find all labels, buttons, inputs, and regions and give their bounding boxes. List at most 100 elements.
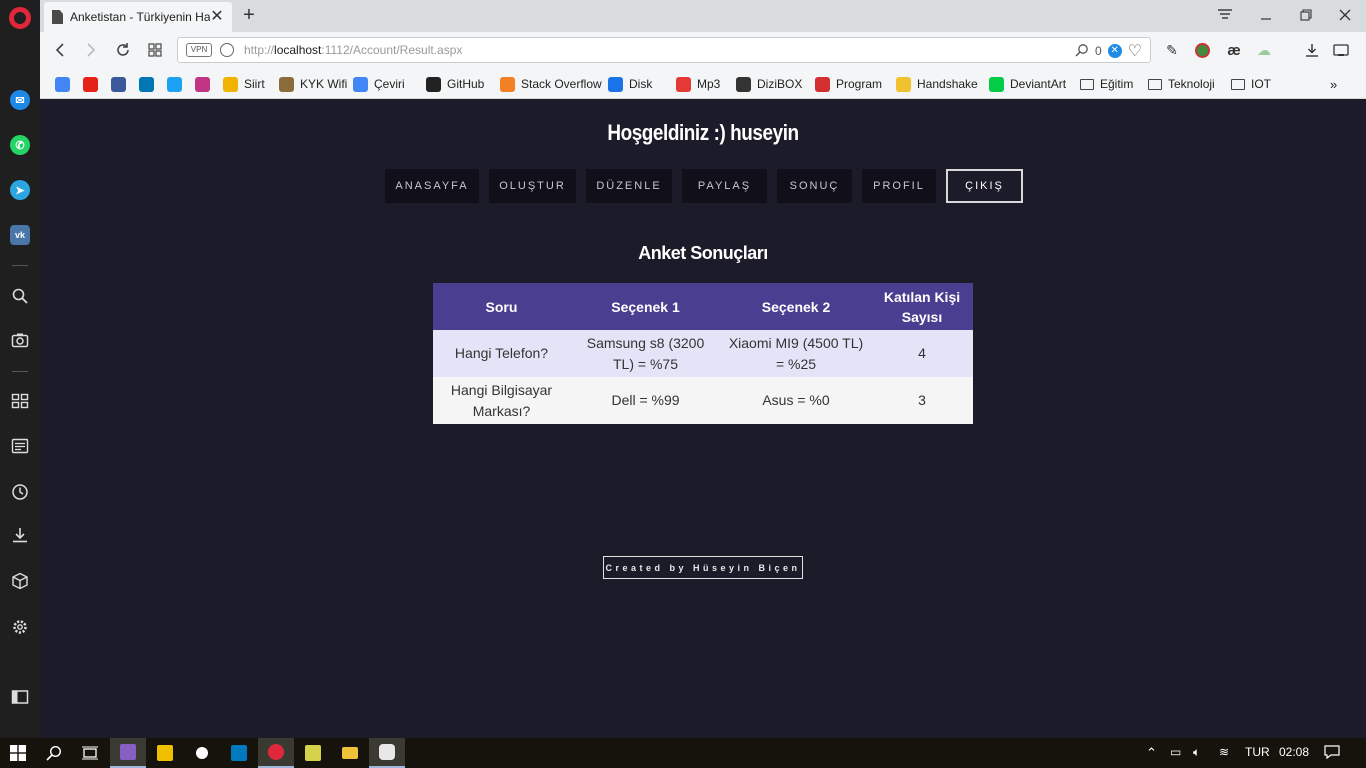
photos-app-icon[interactable]: [369, 738, 405, 768]
nav-profil[interactable]: PROFIL: [862, 169, 936, 203]
bookmark-instagram[interactable]: [195, 75, 216, 93]
forward-icon[interactable]: [80, 39, 102, 61]
telegram-icon[interactable]: ➤: [9, 179, 31, 201]
cell-option-1: Dell = %99: [570, 377, 721, 424]
file-explorer-icon[interactable]: [332, 738, 368, 768]
extensions-icon[interactable]: [9, 570, 31, 592]
github-icon: [426, 76, 441, 92]
settings-gear-icon[interactable]: [9, 616, 31, 638]
bookmark-twitter[interactable]: [167, 75, 188, 93]
close-window-icon[interactable]: [1330, 4, 1360, 26]
minimize-icon[interactable]: [1251, 4, 1281, 26]
search-icon[interactable]: [9, 285, 31, 307]
history-icon[interactable]: [9, 481, 31, 503]
dizibox-icon: [736, 76, 751, 92]
tray-chevron-icon[interactable]: ⌃: [1146, 745, 1157, 761]
easy-setup-icon[interactable]: [1332, 41, 1350, 59]
bookmark-stack-overflow[interactable]: Stack Overflow: [500, 75, 602, 93]
bookmark-facebook[interactable]: [111, 75, 132, 93]
close-tab-icon[interactable]: ✕: [208, 8, 226, 26]
bookmark-dizibox[interactable]: DiziBOX: [736, 75, 802, 93]
camera-icon[interactable]: [9, 329, 31, 351]
opera-sidebar: ✉ ✆ ➤ vk: [0, 0, 40, 738]
bookmark-youtube[interactable]: [83, 75, 104, 93]
nav-duzenle[interactable]: DÜZENLE: [586, 169, 672, 203]
tab-menu-icon[interactable]: [1210, 4, 1240, 26]
volume-icon[interactable]: 🔈︎: [1193, 745, 1200, 760]
url-text[interactable]: http://localhost:1112/Account/Result.asp…: [244, 43, 462, 57]
table-header-row: Soru Seçenek 1 Seçenek 2 Katılan Kişi Sa…: [433, 283, 973, 330]
opera-taskbar-icon[interactable]: [258, 738, 294, 768]
sidebar-toggle-icon[interactable]: [9, 686, 31, 708]
bookmark-disk[interactable]: Disk: [608, 75, 652, 93]
notifications-icon[interactable]: [1324, 745, 1340, 762]
bookmark-teknoloji[interactable]: Teknoloji: [1148, 75, 1215, 93]
nav-paylas[interactable]: PAYLAŞ: [682, 169, 767, 203]
bookmarks-overflow-icon[interactable]: »: [1330, 75, 1337, 93]
facebook-icon: [111, 76, 126, 92]
nav-cikis[interactable]: ÇIKIŞ: [946, 169, 1023, 203]
bookmark-handshake[interactable]: Handshake: [896, 75, 978, 93]
ad-blocker-icon[interactable]: ✕: [1107, 44, 1122, 58]
bookmark-siirt[interactable]: Siirt: [223, 75, 265, 93]
folder-icon: [1148, 78, 1162, 90]
active-tab[interactable]: Anketistan - Türkiyenin Ha ✕: [44, 2, 232, 32]
new-tab-icon[interactable]: +: [238, 4, 260, 26]
messenger-icon[interactable]: ✉: [9, 89, 31, 111]
search-icon[interactable]: [1075, 43, 1089, 60]
section-title: Anket Sonuçları: [638, 243, 768, 263]
bookmark-çeviri[interactable]: Çeviri: [353, 75, 405, 93]
bookmark-label: Stack Overflow: [521, 77, 602, 91]
vpn-globe-extension-icon[interactable]: [1193, 41, 1211, 59]
cell-option-2: Xiaomi MI9 (4500 TL) = %25: [721, 330, 871, 377]
page-document-icon: [52, 10, 63, 24]
snapshot-edit-icon[interactable]: ✎: [1163, 41, 1181, 59]
bookmark-google[interactable]: [55, 75, 76, 93]
restore-icon[interactable]: [1291, 4, 1321, 26]
bookmark-deviantart[interactable]: DeviantArt: [989, 75, 1066, 93]
bookmark-label: Handshake: [917, 77, 978, 91]
nav-anasayfa[interactable]: ANASAYFA: [385, 169, 479, 203]
bookmark-eğitim[interactable]: Eğitim: [1080, 75, 1133, 93]
store-icon[interactable]: [147, 738, 183, 768]
bookmark-linkedin[interactable]: [139, 75, 160, 93]
visual-studio-icon[interactable]: [110, 738, 146, 768]
language-indicator[interactable]: TUR: [1245, 745, 1270, 759]
url-input[interactable]: VPN http://localhost:1112/Account/Result…: [177, 37, 1151, 63]
whatsapp-icon[interactable]: ✆: [9, 134, 31, 156]
task-view-icon[interactable]: [72, 738, 108, 768]
windows-start-icon[interactable]: [0, 738, 36, 768]
news-icon[interactable]: [9, 435, 31, 457]
taskbar-search-icon[interactable]: [36, 738, 72, 768]
vpn-badge[interactable]: VPN: [186, 43, 212, 57]
bookmark-github[interactable]: GitHub: [426, 75, 484, 93]
ae-extension-icon[interactable]: æ: [1225, 41, 1243, 59]
back-icon[interactable]: [49, 39, 71, 61]
cloud-extension-icon[interactable]: ☁: [1255, 41, 1273, 59]
nav-olustur[interactable]: OLUŞTUR: [489, 169, 576, 203]
speed-dial-grid-icon[interactable]: [144, 39, 166, 61]
reload-icon[interactable]: [112, 39, 134, 61]
notepad-icon[interactable]: [295, 738, 331, 768]
downloads-icon[interactable]: [9, 524, 31, 546]
network-icon[interactable]: ≋: [1219, 745, 1229, 759]
trello-icon[interactable]: [221, 738, 257, 768]
cell-participant-count: 4: [871, 330, 973, 377]
vk-icon[interactable]: vk: [9, 224, 31, 246]
globe-icon[interactable]: [220, 43, 234, 57]
opera-logo-icon[interactable]: [9, 7, 31, 29]
address-bar-row: VPN http://localhost:1112/Account/Result…: [40, 32, 1366, 68]
translate-icon: [353, 76, 368, 92]
bookmark-kyk-wifi[interactable]: KYK Wifi: [279, 75, 347, 93]
nav-sonuc[interactable]: SONUÇ: [777, 169, 852, 203]
app-icon[interactable]: [184, 738, 220, 768]
bookmark-program[interactable]: Program: [815, 75, 882, 93]
bookmark-label: Siirt: [244, 77, 265, 91]
clock[interactable]: 02:08: [1279, 745, 1309, 759]
battery-icon[interactable]: ▭: [1170, 745, 1181, 759]
bookmark-iot[interactable]: IOT: [1231, 75, 1271, 93]
speed-dial-icon[interactable]: [9, 390, 31, 412]
bookmark-mp3[interactable]: Mp3: [676, 75, 720, 93]
download-icon[interactable]: [1303, 41, 1321, 59]
heart-bookmark-icon[interactable]: ♡: [1128, 41, 1142, 61]
